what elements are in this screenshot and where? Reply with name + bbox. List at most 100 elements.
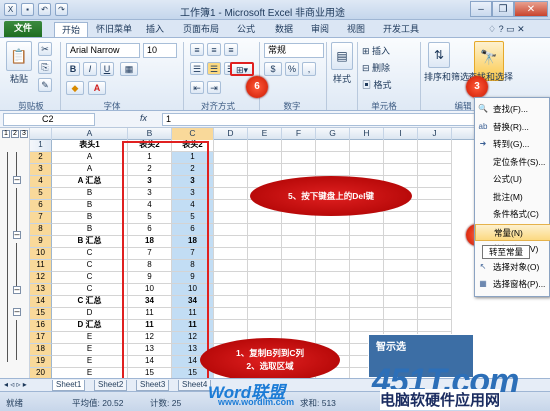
row-header[interactable]: 14	[30, 296, 52, 308]
column-header-g[interactable]: G	[316, 128, 350, 140]
paste-label[interactable]: 粘贴	[10, 72, 28, 85]
cell-empty[interactable]	[214, 308, 248, 320]
fx-icon[interactable]: fx	[140, 113, 147, 123]
cell-empty[interactable]	[248, 284, 282, 296]
column-header-i[interactable]: I	[384, 128, 418, 140]
cell-empty[interactable]	[248, 140, 282, 152]
minimize-button[interactable]: –	[470, 1, 492, 17]
menu-item[interactable]: 批注(M)	[475, 189, 550, 206]
cell-empty[interactable]	[350, 236, 384, 248]
paste-icon[interactable]: 📋	[6, 41, 32, 71]
menu-item[interactable]: 常量(N)	[475, 223, 550, 241]
cell-empty[interactable]	[248, 272, 282, 284]
cell-empty[interactable]	[350, 164, 384, 176]
tab-insert[interactable]: 插入	[140, 22, 170, 37]
cell-empty[interactable]	[384, 236, 418, 248]
menu-item[interactable]: ➜ 转到(G)...	[475, 136, 550, 153]
cell-empty[interactable]	[316, 284, 350, 296]
menu-item[interactable]: 条件格式(C)	[475, 206, 550, 223]
row-header[interactable]: 12	[30, 272, 52, 284]
row-header[interactable]: 9	[30, 236, 52, 248]
row-header[interactable]: 10	[30, 248, 52, 260]
cell-empty[interactable]	[350, 140, 384, 152]
tab-data[interactable]: 数据	[270, 22, 298, 37]
cell-empty[interactable]	[316, 224, 350, 236]
increase-indent-icon[interactable]: ⇥	[207, 81, 221, 94]
menu-item[interactable]: 公式(U)	[475, 171, 550, 188]
cell-empty[interactable]	[316, 296, 350, 308]
cell-empty[interactable]	[316, 332, 350, 344]
format-cells-button[interactable]: ▣ 格式	[362, 78, 392, 91]
row-header[interactable]: 17	[30, 332, 52, 344]
menu-item[interactable]: 🔍 查找(F)...	[475, 101, 550, 118]
delete-cells-button[interactable]: ⊟ 删除	[362, 61, 390, 74]
cell-empty[interactable]	[350, 272, 384, 284]
cell-empty[interactable]	[316, 308, 350, 320]
merge-center-icon[interactable]: ⊞▾	[230, 62, 254, 76]
cell-empty[interactable]	[214, 200, 248, 212]
column-header-e[interactable]: E	[248, 128, 282, 140]
cell-a[interactable]: B	[52, 224, 128, 236]
cell-a[interactable]: E	[52, 344, 128, 356]
cell-empty[interactable]	[214, 320, 248, 332]
cell-empty[interactable]	[282, 320, 316, 332]
align-bottom-icon[interactable]: ≡	[224, 43, 238, 56]
cell-empty[interactable]	[316, 140, 350, 152]
cell-empty[interactable]	[350, 296, 384, 308]
cell-a[interactable]: E	[52, 356, 128, 368]
cell-empty[interactable]	[316, 164, 350, 176]
cell-empty[interactable]	[248, 152, 282, 164]
cell-empty[interactable]	[350, 308, 384, 320]
sort-filter-label[interactable]: 排序和筛选	[424, 70, 469, 83]
cell-a[interactable]: B	[52, 212, 128, 224]
cell-empty[interactable]	[282, 152, 316, 164]
cell-empty[interactable]	[384, 212, 418, 224]
cell-empty[interactable]	[214, 272, 248, 284]
cell-empty[interactable]	[384, 320, 418, 332]
cell-a[interactable]: B	[52, 188, 128, 200]
currency-button[interactable]: $	[264, 62, 282, 76]
select-all-corner[interactable]	[30, 128, 52, 140]
sort-filter-icon[interactable]: ⇅	[428, 42, 450, 68]
cell-empty[interactable]	[316, 260, 350, 272]
row-header[interactable]: 8	[30, 224, 52, 236]
comma-icon[interactable]: ,	[302, 62, 316, 76]
cell-empty[interactable]	[384, 308, 418, 320]
cell-empty[interactable]	[384, 296, 418, 308]
cell-empty[interactable]	[282, 308, 316, 320]
cell-empty[interactable]	[418, 284, 452, 296]
cell-a[interactable]: D 汇总	[52, 320, 128, 332]
cell-empty[interactable]	[350, 320, 384, 332]
cell-a[interactable]: C	[52, 284, 128, 296]
cell-a[interactable]: C	[52, 248, 128, 260]
cell-empty[interactable]	[248, 260, 282, 272]
excel-logo-icon[interactable]: X	[4, 3, 17, 16]
collapse-group-icon[interactable]: –	[13, 230, 21, 239]
row-header[interactable]: 4	[30, 176, 52, 188]
collapse-group-icon[interactable]: –	[13, 307, 21, 316]
cell-empty[interactable]	[248, 164, 282, 176]
cell-empty[interactable]	[214, 236, 248, 248]
cell-a[interactable]: C	[52, 260, 128, 272]
cell-a[interactable]: D	[52, 308, 128, 320]
tab-classic-menu[interactable]: 怀旧菜单	[93, 22, 135, 37]
row-header[interactable]: 2	[30, 152, 52, 164]
column-header-f[interactable]: F	[282, 128, 316, 140]
sheet-tab[interactable]: Sheet4	[178, 380, 212, 391]
row-header[interactable]: 1	[30, 140, 52, 152]
cell-empty[interactable]	[316, 236, 350, 248]
row-header[interactable]: 20	[30, 368, 52, 378]
cell-a[interactable]: C 汇总	[52, 296, 128, 308]
redo-icon[interactable]: ↷	[55, 3, 68, 16]
cell-empty[interactable]	[282, 296, 316, 308]
cell-empty[interactable]	[316, 272, 350, 284]
underline-button[interactable]: U	[100, 62, 114, 76]
cell-empty[interactable]	[384, 284, 418, 296]
cell-empty[interactable]	[316, 320, 350, 332]
tab-review[interactable]: 审阅	[306, 22, 334, 37]
cell-empty[interactable]	[282, 224, 316, 236]
align-left-icon[interactable]: ☰	[190, 62, 204, 75]
fill-color-icon[interactable]: ◆	[66, 81, 84, 95]
row-header[interactable]: 5	[30, 188, 52, 200]
cell-empty[interactable]	[248, 248, 282, 260]
